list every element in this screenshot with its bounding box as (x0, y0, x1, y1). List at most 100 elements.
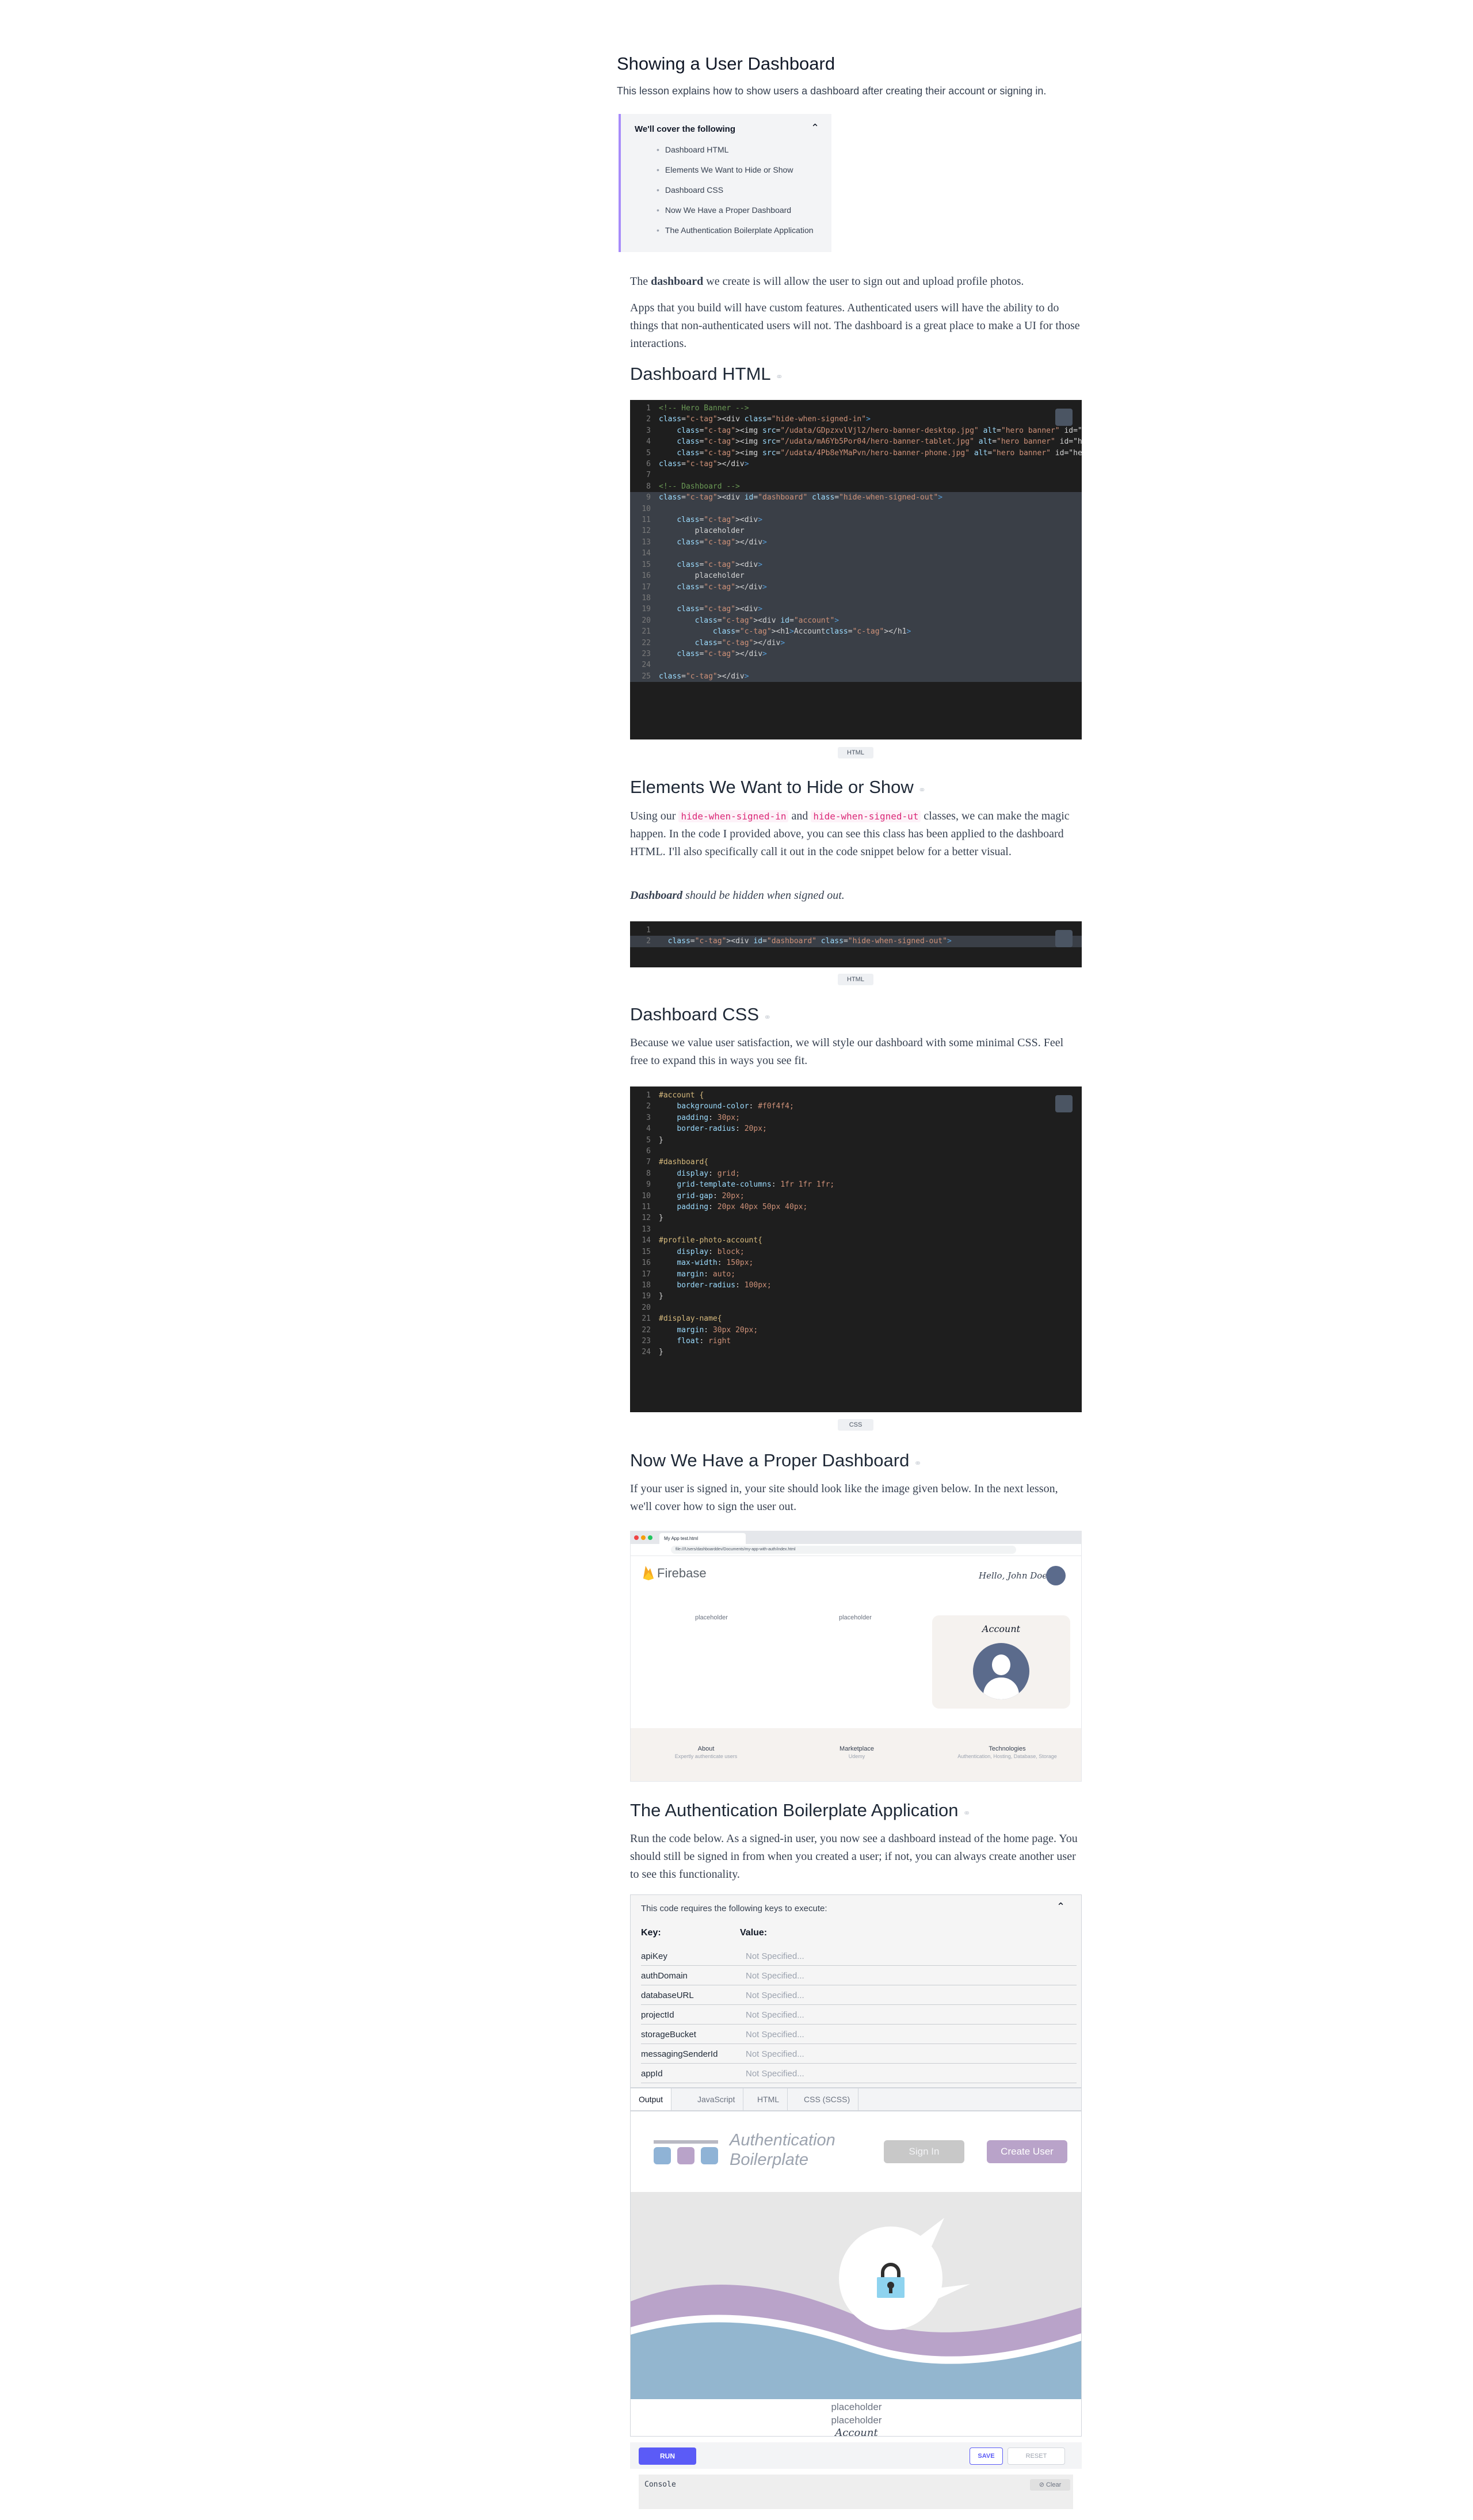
code-line: 10 (630, 503, 1082, 515)
code-line: 1 #account { (630, 1090, 1082, 1101)
code-block-html[interactable]: 12 class="c-tag"><div id="dashboard" cla… (630, 921, 1082, 967)
key-row: databaseURL Not Specified... (641, 1987, 1077, 2005)
run-button[interactable]: RUN (639, 2447, 696, 2465)
code-line: 5 class="c-tag"><img src="/udata/4Pb8eYM… (630, 448, 1082, 459)
line-number: 21 (642, 1314, 651, 1324)
key-name: appId (641, 2069, 663, 2079)
create-user-button[interactable]: Create User (987, 2140, 1067, 2163)
line-number: 17 (642, 1269, 651, 1279)
link-icon[interactable]: ⚭ (914, 1459, 921, 1469)
tab-css[interactable]: CSS (SCSS) (796, 2088, 859, 2110)
line-number: 22 (642, 1325, 651, 1335)
code-line: 23 float: right (630, 1336, 1082, 1347)
line-number: 16 (642, 1259, 651, 1268)
copy-icon[interactable] (1055, 1095, 1073, 1112)
console-label: Console (644, 2480, 676, 2489)
text: we create is will allow the user to sign… (703, 275, 1024, 288)
section-heading: Dashboard HTML ⚭ (630, 364, 783, 384)
toc-item[interactable]: Now We Have a Proper Dashboard (657, 205, 791, 215)
line-number: 10 (642, 1191, 651, 1200)
code-line: 25 class="c-tag"></div> (630, 670, 1082, 683)
page-intro: This lesson explains how to show users a… (617, 85, 1047, 97)
code-line: 11 padding: 20px 40px 50px 40px; (630, 1202, 1082, 1213)
key-value-input[interactable]: Not Specified... (746, 2010, 804, 2020)
key-name: authDomain (641, 1971, 688, 1981)
sign-in-button[interactable]: Sign In (884, 2140, 964, 2163)
key-value-input[interactable]: Not Specified... (746, 1951, 804, 1961)
toc-item[interactable]: The Authentication Boilerplate Applicati… (657, 226, 814, 235)
text: and (788, 810, 811, 822)
code-line: 21 #display-name{ (630, 1313, 1082, 1324)
copy-icon[interactable] (1055, 930, 1073, 947)
key-row: appId Not Specified... (641, 2065, 1077, 2083)
tab-output[interactable]: Output (631, 2088, 672, 2110)
profile-photo (973, 1643, 1029, 1699)
link-icon[interactable]: ⚭ (776, 372, 783, 382)
line-number: 9 (646, 1180, 651, 1190)
line-number: 18 (642, 1280, 651, 1290)
line-number: 2 (646, 1102, 651, 1111)
code-tabs: Output JavaScript HTML CSS (SCSS) (630, 2088, 1082, 2111)
table-of-contents: We'll cover the following ⌃ Dashboard HT… (619, 114, 831, 252)
code-text: class="c-tag"></div> (677, 537, 767, 547)
code-line: 15 display: block; (630, 1246, 1082, 1257)
link-icon[interactable]: ⚭ (963, 1809, 970, 1818)
placeholder-text: placeholder (831, 2401, 882, 2412)
tab-html[interactable]: HTML (749, 2088, 788, 2110)
key-value-input[interactable]: Not Specified... (746, 2069, 804, 2079)
inline-code: hide-when-signed-ut (811, 810, 921, 822)
code-block-html[interactable]: 1 <!-- Hero Banner --> 2 class="c-tag"><div… (630, 400, 1082, 739)
text: The (630, 275, 651, 288)
code-language-label: CSS (838, 1419, 873, 1431)
line-number: 12 (642, 527, 651, 536)
save-button[interactable]: SAVE (970, 2447, 1003, 2465)
site-footer: About Expertly authenticate users Market… (631, 1728, 1081, 1781)
code-text: float: right (677, 1336, 731, 1345)
section-heading: Now We Have a Proper Dashboard ⚭ (630, 1450, 922, 1471)
code-line: 6 class="c-tag"></div> (630, 459, 1082, 470)
chevron-up-icon[interactable]: ⌃ (1056, 1901, 1065, 1913)
link-icon[interactable]: ⚭ (918, 786, 926, 795)
link-icon[interactable]: ⚭ (764, 1013, 771, 1023)
code-line: 23 class="c-tag"></div> (630, 648, 1082, 660)
line-number: 23 (642, 1336, 651, 1345)
code-text: grid-gap: 20px; (677, 1191, 745, 1200)
code-line: 19 class="c-tag"><div> (630, 604, 1082, 615)
paragraph: Run the code below. As a signed-in user,… (630, 1832, 1078, 1881)
toc-item[interactable]: Dashboard CSS (657, 185, 723, 195)
line-number: 19 (642, 1292, 651, 1301)
code-text: margin: auto; (677, 1269, 736, 1279)
toc-item[interactable]: Elements We Want to Hide or Show (657, 165, 793, 174)
lock-icon (873, 2261, 908, 2299)
code-text: class="c-tag"><div> (677, 605, 763, 614)
code-text: class="c-tag"><img src="/udata/GDpzxvlVj… (677, 426, 1082, 435)
code-text: } (659, 1348, 663, 1357)
code-line: 22 class="c-tag"></div> (630, 637, 1082, 649)
code-block-css[interactable]: 1 #account {2 background-color: #f0f4f4; 3… (630, 1086, 1082, 1412)
footer-sub: Udemy (848, 1753, 865, 1759)
placeholder-text: placeholder (839, 1614, 872, 1621)
section-heading: Elements We Want to Hide or Show ⚭ (630, 777, 926, 798)
line-number: 20 (642, 1303, 651, 1312)
console-clear-button[interactable]: ⊘ Clear (1030, 2479, 1070, 2491)
line-number: 4 (646, 1124, 651, 1134)
section-heading: The Authentication Boilerplate Applicati… (630, 1800, 971, 1821)
footer-sub: Authentication, Hosting, Database, Stora… (957, 1753, 1057, 1759)
toc-item[interactable]: Dashboard HTML (657, 145, 729, 154)
logo-bar (654, 2140, 718, 2144)
code-text: grid-template-columns: 1fr 1fr 1fr; (677, 1180, 835, 1190)
code-text: margin: 30px 20px; (677, 1325, 758, 1335)
copy-icon[interactable] (1055, 409, 1073, 426)
key-value-input[interactable]: Not Specified... (746, 2030, 804, 2039)
key-value-input[interactable]: Not Specified... (746, 1991, 804, 2000)
key-value-input[interactable]: Not Specified... (746, 1971, 804, 1981)
tab-javascript[interactable]: JavaScript (689, 2088, 744, 2110)
firebase-brand: Firebase (657, 1566, 707, 1580)
reset-button[interactable]: RESET (1008, 2447, 1065, 2465)
section-heading: Dashboard CSS ⚭ (630, 1004, 771, 1025)
code-line: 24} (630, 1347, 1082, 1358)
chevron-up-icon[interactable]: ⌃ (811, 122, 819, 134)
key-value-input[interactable]: Not Specified... (746, 2049, 804, 2059)
key-row: authDomain Not Specified... (641, 1968, 1077, 1985)
line-number: 16 (642, 571, 651, 581)
